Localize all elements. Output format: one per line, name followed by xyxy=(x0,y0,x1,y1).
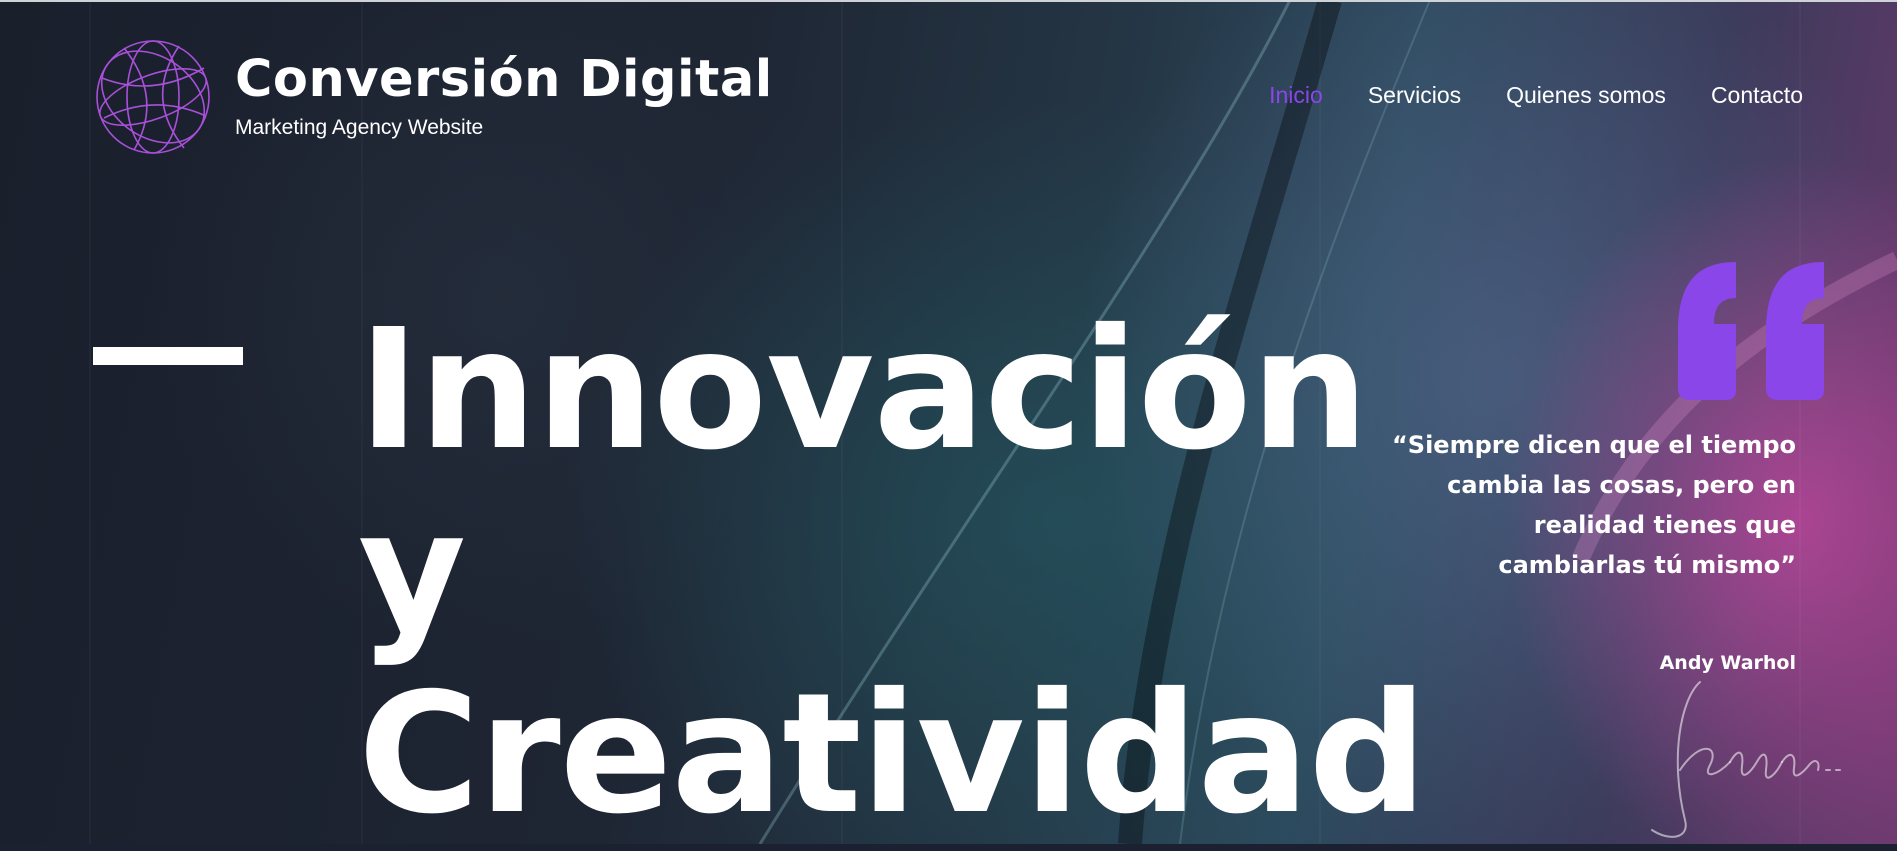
nav-item-quienes-somos[interactable]: Quienes somos xyxy=(1506,82,1666,109)
nav-item-servicios[interactable]: Servicios xyxy=(1368,82,1461,109)
author-signature xyxy=(1651,681,1841,838)
brand-title[interactable]: Conversión Digital xyxy=(235,48,773,112)
main-nav: Inicio Servicios Quienes somos Contacto xyxy=(1269,82,1803,109)
quote-text: “Siempre dicen que el tiempo cambia las … xyxy=(1392,431,1796,579)
decorative-bar xyxy=(93,347,243,365)
brand-subtitle: Marketing Agency Website xyxy=(235,116,484,139)
hero-headline: Innovación y Creatividad xyxy=(358,294,1427,851)
wireframe-globe-icon[interactable] xyxy=(94,38,212,156)
hero-line-3: Creatividad xyxy=(358,658,1427,851)
nav-item-inicio[interactable]: Inicio xyxy=(1269,82,1323,109)
nav-item-contacto[interactable]: Contacto xyxy=(1711,82,1803,109)
quote-mark-icon xyxy=(1678,262,1824,400)
hero-line-2: y xyxy=(358,476,466,669)
top-border xyxy=(0,0,1897,2)
hero-line-1: Innovación xyxy=(358,294,1369,487)
